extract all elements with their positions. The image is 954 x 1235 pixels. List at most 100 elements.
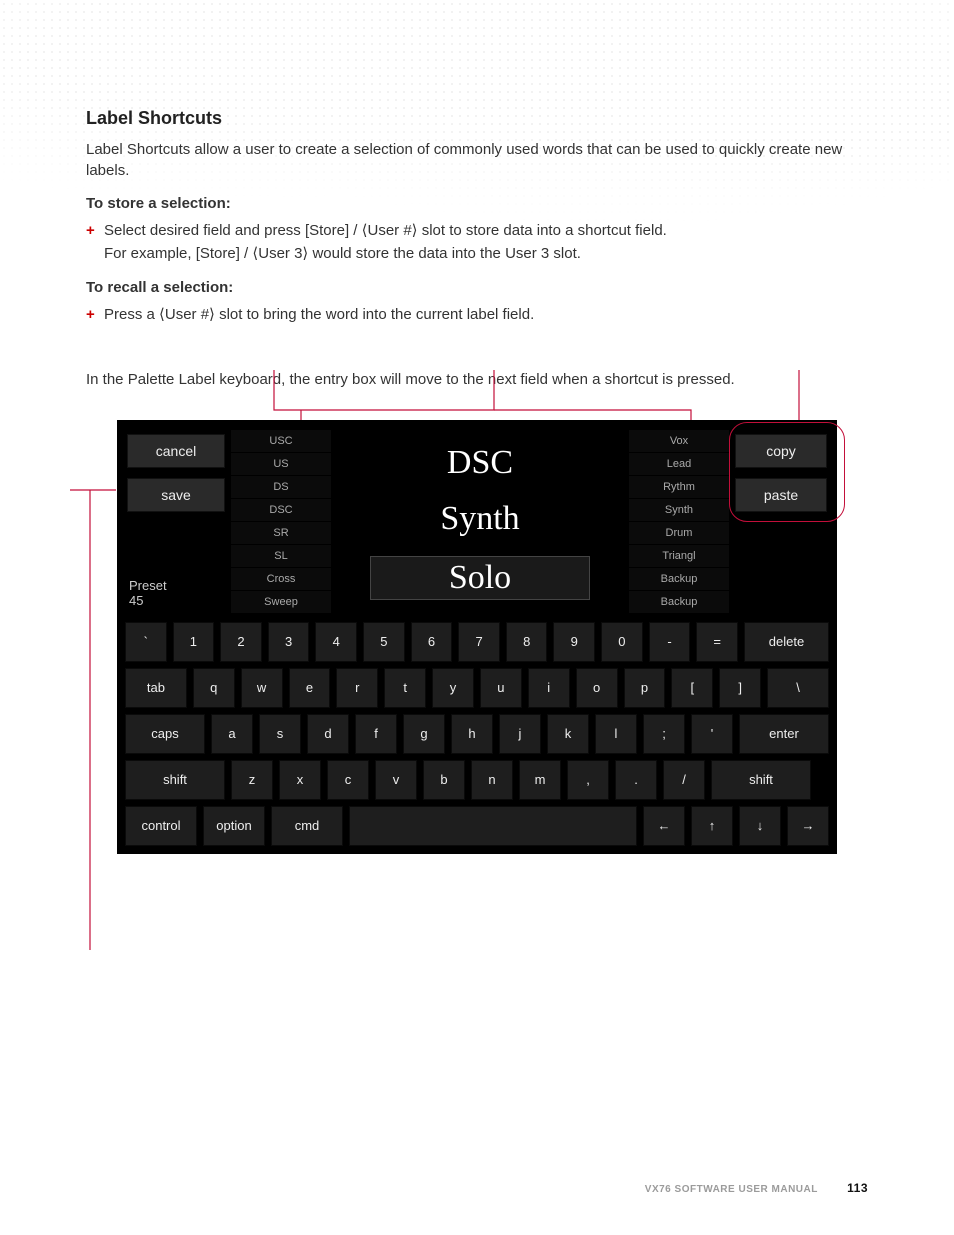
shortcut-slot[interactable]: Triangl [629, 545, 729, 568]
entry-field-1[interactable]: DSC [370, 444, 590, 482]
key-apostrophe[interactable]: ' [691, 714, 733, 754]
key-p[interactable]: p [624, 668, 666, 708]
key-w[interactable]: w [241, 668, 283, 708]
key-arrow-down[interactable]: ↓ [739, 806, 781, 846]
key-lbracket[interactable]: [ [671, 668, 713, 708]
key-shift-right[interactable]: shift [711, 760, 811, 800]
key-comma[interactable]: , [567, 760, 609, 800]
key-a[interactable]: a [211, 714, 253, 754]
key-k[interactable]: k [547, 714, 589, 754]
onscreen-keyboard: ` 1 2 3 4 5 6 7 8 9 0 - = delete tab [125, 622, 829, 846]
shortcut-slot[interactable]: US [231, 453, 331, 476]
shortcut-slot[interactable]: Backup [629, 591, 729, 614]
note-paragraph: In the Palette Label keyboard, the entry… [86, 369, 868, 390]
key-j[interactable]: j [499, 714, 541, 754]
key-z[interactable]: z [231, 760, 273, 800]
key-backtick[interactable]: ` [125, 622, 167, 662]
key-s[interactable]: s [259, 714, 301, 754]
save-button[interactable]: save [127, 478, 225, 512]
key-o[interactable]: o [576, 668, 618, 708]
store-bullet: + Select desired field and press [Store]… [86, 220, 868, 265]
page-footer: VX76 SOFTWARE USER MANUAL 113 [645, 1181, 868, 1195]
shortcut-slot[interactable]: Backup [629, 568, 729, 591]
key-slash[interactable]: / [663, 760, 705, 800]
shortcut-slot[interactable]: Drum [629, 522, 729, 545]
key-u[interactable]: u [480, 668, 522, 708]
key-tab[interactable]: tab [125, 668, 187, 708]
key-8[interactable]: 8 [506, 622, 548, 662]
shortcut-slot[interactable]: Cross [231, 568, 331, 591]
store-heading: To store a selection: [86, 195, 868, 212]
shortcut-slot[interactable]: DS [231, 476, 331, 499]
key-semicolon[interactable]: ; [643, 714, 685, 754]
key-r[interactable]: r [336, 668, 378, 708]
left-shortcut-column: USC US DS DSC SR SL Cross Sweep [231, 430, 331, 614]
key-y[interactable]: y [432, 668, 474, 708]
key-1[interactable]: 1 [173, 622, 215, 662]
entry-field-2[interactable]: Synth [370, 500, 590, 538]
key-equals[interactable]: = [696, 622, 738, 662]
key-arrow-left[interactable]: ← [643, 806, 685, 846]
shortcut-slot[interactable]: Rythm [629, 476, 729, 499]
key-shift-left[interactable]: shift [125, 760, 225, 800]
footer-page-number: 113 [847, 1181, 868, 1195]
key-5[interactable]: 5 [363, 622, 405, 662]
right-shortcut-column: Vox Lead Rythm Synth Drum Triangl Backup… [629, 430, 729, 614]
shortcut-slot[interactable]: SR [231, 522, 331, 545]
key-period[interactable]: . [615, 760, 657, 800]
shortcut-slot[interactable]: Synth [629, 499, 729, 522]
key-6[interactable]: 6 [411, 622, 453, 662]
key-h[interactable]: h [451, 714, 493, 754]
shortcut-slot[interactable]: DSC [231, 499, 331, 522]
store-bullet-line1: Select desired field and press [Store] /… [104, 222, 667, 239]
shortcut-slot[interactable]: Sweep [231, 591, 331, 614]
key-cmd[interactable]: cmd [271, 806, 343, 846]
shortcut-slot[interactable]: USC [231, 430, 331, 453]
key-7[interactable]: 7 [458, 622, 500, 662]
shortcut-slot[interactable]: Vox [629, 430, 729, 453]
key-3[interactable]: 3 [268, 622, 310, 662]
key-l[interactable]: l [595, 714, 637, 754]
key-space[interactable] [349, 806, 637, 846]
palette-label-keyboard-panel: cancel save Preset 45 USC US DS DSC SR S… [117, 420, 837, 854]
shortcut-slot[interactable]: Lead [629, 453, 729, 476]
key-g[interactable]: g [403, 714, 445, 754]
key-b[interactable]: b [423, 760, 465, 800]
key-caps[interactable]: caps [125, 714, 205, 754]
paste-button[interactable]: paste [735, 478, 827, 512]
intro-paragraph: Label Shortcuts allow a user to create a… [86, 139, 868, 181]
key-v[interactable]: v [375, 760, 417, 800]
preset-number: 45 [129, 593, 143, 608]
preset-label: Preset [129, 578, 167, 593]
key-c[interactable]: c [327, 760, 369, 800]
key-e[interactable]: e [289, 668, 331, 708]
copy-button[interactable]: copy [735, 434, 827, 468]
key-9[interactable]: 9 [553, 622, 595, 662]
key-minus[interactable]: - [649, 622, 691, 662]
key-enter[interactable]: enter [739, 714, 829, 754]
cancel-button[interactable]: cancel [127, 434, 225, 468]
recall-bullet-text: Press a ⟨User #⟩ slot to bring the word … [104, 306, 534, 323]
shortcut-slot[interactable]: SL [231, 545, 331, 568]
key-rbracket[interactable]: ] [719, 668, 761, 708]
key-f[interactable]: f [355, 714, 397, 754]
key-x[interactable]: x [279, 760, 321, 800]
key-i[interactable]: i [528, 668, 570, 708]
entry-field-3-active[interactable]: Solo [370, 556, 590, 600]
key-0[interactable]: 0 [601, 622, 643, 662]
key-4[interactable]: 4 [315, 622, 357, 662]
key-d[interactable]: d [307, 714, 349, 754]
key-m[interactable]: m [519, 760, 561, 800]
store-bullet-line2: For example, [Store] / ⟨User 3⟩ would st… [104, 245, 581, 262]
key-arrow-up[interactable]: ↑ [691, 806, 733, 846]
key-arrow-right[interactable]: → [787, 806, 829, 846]
key-backslash[interactable]: \ [767, 668, 829, 708]
key-control[interactable]: control [125, 806, 197, 846]
key-option[interactable]: option [203, 806, 265, 846]
key-t[interactable]: t [384, 668, 426, 708]
footer-manual-title: VX76 SOFTWARE USER MANUAL [645, 1184, 818, 1195]
key-n[interactable]: n [471, 760, 513, 800]
key-q[interactable]: q [193, 668, 235, 708]
key-delete[interactable]: delete [744, 622, 829, 662]
key-2[interactable]: 2 [220, 622, 262, 662]
